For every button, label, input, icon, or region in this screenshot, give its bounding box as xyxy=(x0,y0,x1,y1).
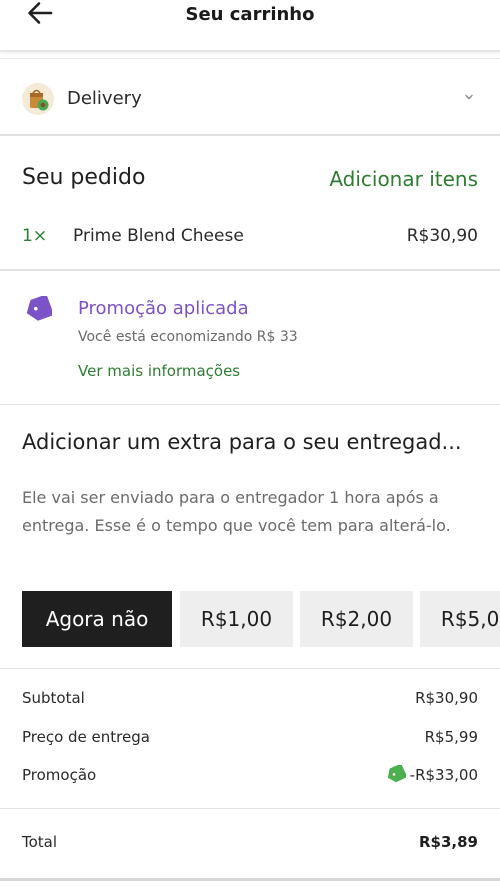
item-quantity: 1× xyxy=(22,226,48,246)
header: Seu carrinho xyxy=(0,0,500,52)
divider xyxy=(0,668,500,669)
delivery-fee-value: R$5,99 xyxy=(424,728,478,746)
promotion-label: Promoção xyxy=(22,766,97,784)
delivery-fee-label: Preço de entrega xyxy=(22,728,150,746)
bottom-divider xyxy=(0,878,500,881)
tip-option-5[interactable]: R$5,00 xyxy=(420,591,500,647)
tip-options: Agora não R$1,00 R$2,00 R$5,00 xyxy=(0,591,500,647)
order-section-title: Seu pedido xyxy=(22,165,146,190)
chevron-down-icon xyxy=(465,94,473,100)
subtotal-value: R$30,90 xyxy=(415,689,478,707)
tip-option-1[interactable]: R$1,00 xyxy=(180,591,293,647)
promo-more-info-link[interactable]: Ver mais informações xyxy=(78,362,240,380)
tip-description: Ele vai ser enviado para o entregador 1 … xyxy=(22,488,451,535)
tag-icon xyxy=(387,765,406,783)
tag-icon xyxy=(26,296,52,321)
divider xyxy=(0,808,500,809)
item-price: R$30,90 xyxy=(406,226,478,246)
delivery-label: Delivery xyxy=(67,88,142,109)
subtotal-label: Subtotal xyxy=(22,689,85,707)
item-name[interactable]: Prime Blend Cheese xyxy=(73,226,244,246)
page-title: Seu carrinho xyxy=(185,4,315,25)
promo-saving-text: Você está economizando R$ 33 xyxy=(78,329,298,345)
delivery-bag-icon xyxy=(22,83,54,115)
promotion-value: -R$33,00 xyxy=(409,766,478,784)
total-value: R$3,89 xyxy=(419,833,478,851)
divider xyxy=(0,404,500,405)
delivery-selector[interactable]: Delivery xyxy=(0,58,500,136)
divider xyxy=(0,269,500,271)
tip-section-title: Adicionar um extra para o seu entregad..… xyxy=(22,430,462,454)
total-label: Total xyxy=(22,833,58,851)
add-items-link[interactable]: Adicionar itens xyxy=(329,167,478,191)
promo-title: Promoção aplicada xyxy=(78,298,249,319)
tip-option-2[interactable]: R$2,00 xyxy=(300,591,413,647)
tip-option-none[interactable]: Agora não xyxy=(22,591,172,647)
cart-page: Seu carrinho Delivery Seu pedido Adicion… xyxy=(0,0,500,889)
